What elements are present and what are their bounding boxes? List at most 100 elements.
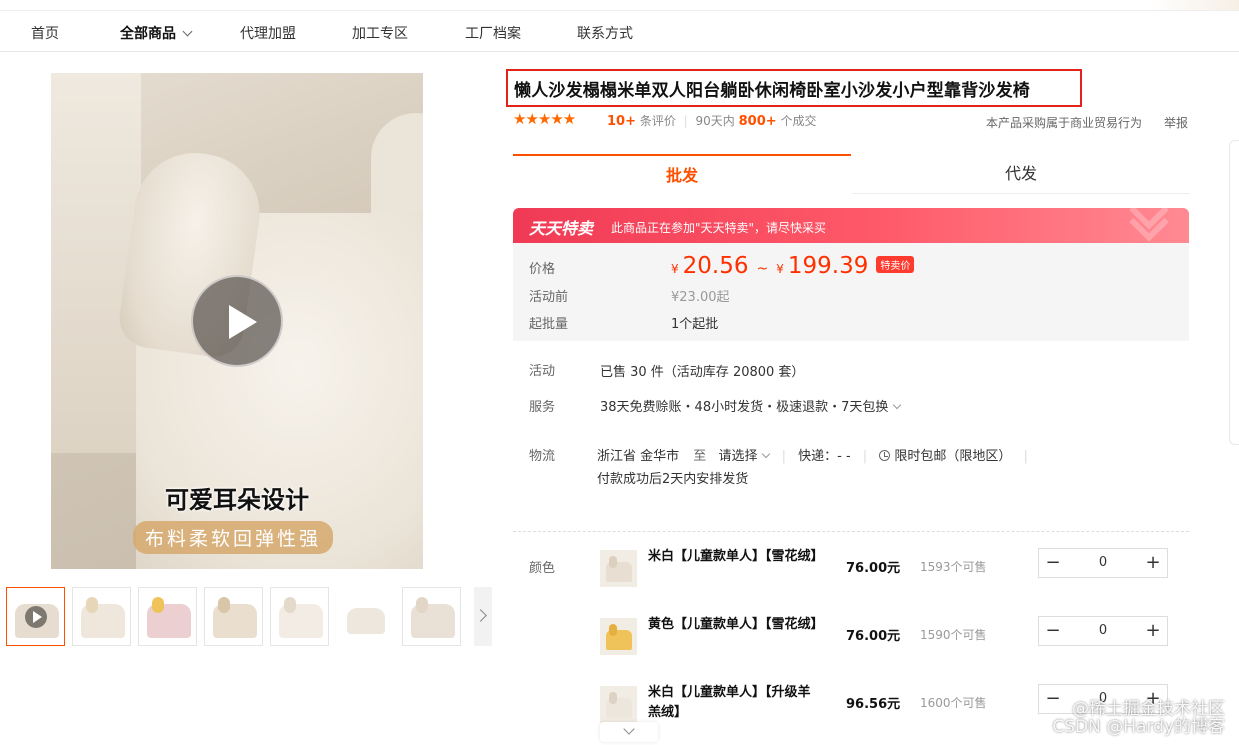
- nav-processing[interactable]: 加工专区: [352, 23, 408, 43]
- quantity-stepper: − 0 +: [1038, 616, 1168, 646]
- thumb-ear: [86, 597, 98, 613]
- divider: |: [683, 114, 688, 128]
- nav-contact[interactable]: 联系方式: [577, 23, 633, 43]
- nav-home[interactable]: 首页: [31, 23, 59, 43]
- thumb-ear: [416, 597, 428, 613]
- thumb-ear: [152, 597, 164, 613]
- sku-name: 米白【儿童款单人】【升级羊羔绒】: [648, 685, 811, 720]
- service-value[interactable]: 38天免费赊账・48小时发货・极速退款・7天包换: [600, 396, 902, 415]
- divider: |: [1023, 449, 1028, 464]
- increment-button[interactable]: +: [1139, 617, 1167, 645]
- nav-all-products[interactable]: 全部商品: [120, 23, 193, 43]
- moq-value: 1个起批: [671, 317, 719, 332]
- quantity-stepper: − 0 +: [1038, 548, 1168, 578]
- tab-wholesale[interactable]: 批发: [513, 154, 851, 194]
- review-label: 条评价: [639, 114, 676, 128]
- chevron-down-icon: [762, 449, 771, 459]
- nav-factory-profile[interactable]: 工厂档案: [465, 23, 521, 43]
- promo-logo: 天天特卖: [529, 219, 594, 238]
- days-label: 90天内: [695, 114, 735, 128]
- decrement-button[interactable]: −: [1039, 549, 1067, 577]
- price-high: 199.39: [787, 253, 869, 279]
- currency-symbol: ¥: [671, 262, 679, 276]
- sku-thumbnail[interactable]: [600, 686, 637, 723]
- tab-dropship[interactable]: 代发: [852, 154, 1190, 194]
- play-icon: [25, 606, 47, 628]
- business-note: 本产品采购属于商业贸易行为: [986, 116, 1143, 130]
- sku-ear: [609, 624, 617, 636]
- play-icon[interactable]: [191, 275, 283, 367]
- sku-ear: [609, 692, 617, 704]
- video-caption-main: 可爱耳朵设计: [165, 485, 309, 514]
- thumbnail[interactable]: [204, 587, 263, 646]
- thumbnail-next-arrow[interactable]: [474, 587, 492, 646]
- nav-all-products-label: 全部商品: [120, 26, 176, 42]
- watermark-line2: CSDN @Hardy的博客: [1052, 717, 1225, 737]
- report-link[interactable]: 举报: [1164, 114, 1188, 131]
- divider: |: [781, 449, 786, 464]
- destination-select[interactable]: 请选择: [718, 449, 771, 464]
- price-tilde: ~: [756, 261, 769, 277]
- price-box: 价格 ¥20.56 ~ ¥199.39 特卖价 活动前 ¥23.00起 起批量 1个起…: [513, 243, 1189, 341]
- expand-more-button[interactable]: [600, 722, 658, 742]
- thumbnail[interactable]: [402, 587, 461, 646]
- logistics-to: 至: [693, 449, 707, 464]
- thumbnail[interactable]: [72, 587, 131, 646]
- review-count[interactable]: 10+: [607, 114, 636, 129]
- rating-stars-icon: ★★★★★: [513, 110, 576, 128]
- chevron-down-icon: [893, 400, 902, 410]
- activity-value: 已售 30 件（活动库存 20800 套）: [600, 365, 805, 380]
- before-price-value: ¥23.00起: [671, 290, 730, 305]
- increment-button[interactable]: +: [1139, 549, 1167, 577]
- logistics-origin: 浙江省 金华市: [597, 449, 680, 464]
- shop-nav: 首页 全部商品 代理加盟 加工专区 工厂档案 联系方式: [0, 10, 1239, 52]
- before-price-label: 活动前: [529, 290, 569, 305]
- chevron-down-icon: [182, 26, 193, 37]
- special-price-badge: 特卖价: [876, 256, 915, 273]
- currency-symbol: ¥: [776, 262, 784, 276]
- shipping-note: 付款成功后2天内安排发货: [597, 472, 749, 487]
- chevrons-decoration-icon: [1125, 210, 1175, 240]
- clock-icon: [879, 450, 891, 461]
- activity-label: 活动: [529, 364, 556, 379]
- sku-stock: 1593个可售: [920, 560, 987, 574]
- main-product-video[interactable]: 可爱耳朵设计 布料柔软回弹性强: [51, 73, 423, 569]
- express-fee: 快递：- -: [798, 449, 851, 464]
- side-toolbar[interactable]: [1229, 140, 1239, 445]
- sales-count: 800+: [738, 114, 777, 129]
- decrement-button[interactable]: −: [1039, 617, 1067, 645]
- thumbnail[interactable]: [270, 587, 329, 646]
- price-low: 20.56: [682, 253, 749, 279]
- sku-thumbnail[interactable]: [600, 618, 637, 655]
- rating-summary: 10+ 条评价 | 90天内 800+ 个成交: [607, 112, 817, 129]
- promo-text: 此商品正在参加"天天特卖"，请尽快采买: [611, 221, 827, 235]
- free-shipping: 限时包邮（限地区）: [894, 449, 1012, 464]
- thumbnail[interactable]: [138, 587, 197, 646]
- thumbnail-video[interactable]: [6, 587, 65, 646]
- sku-stock: 1600个可售: [920, 696, 987, 710]
- thumbnail[interactable]: [336, 587, 395, 646]
- thumb-ear: [218, 597, 230, 613]
- thumb-sofa: [347, 608, 385, 634]
- sku-price: 76.00元: [846, 561, 901, 576]
- watermark-line1: @稀土掘金技术社区: [1072, 699, 1225, 719]
- destination-select-label: 请选择: [718, 449, 758, 464]
- quantity-input[interactable]: 0: [1069, 617, 1137, 645]
- price-range: ¥20.56 ~ ¥199.39 特卖价: [671, 253, 915, 279]
- section-divider: [513, 531, 1189, 532]
- sku-price: 76.00元: [846, 629, 901, 644]
- logistics-label: 物流: [529, 449, 556, 464]
- sku-name: 米白【儿童款单人】【雪花绒】: [648, 549, 824, 564]
- sku-name: 黄色【儿童款单人】【雪花绒】: [648, 617, 824, 632]
- service-label: 服务: [529, 400, 556, 415]
- divider: |: [862, 449, 868, 464]
- sku-thumbnail[interactable]: [600, 550, 637, 587]
- top-right-shade: [1149, 0, 1239, 10]
- service-text: 38天免费赊账・48小时发货・极速退款・7天包换: [600, 400, 889, 415]
- quantity-input[interactable]: 0: [1069, 549, 1137, 577]
- moq-label: 起批量: [529, 317, 569, 332]
- nav-agency[interactable]: 代理加盟: [240, 23, 296, 43]
- sku-price: 96.56元: [846, 697, 901, 712]
- price-label: 价格: [529, 262, 556, 277]
- watermark: @稀土掘金技术社区 CSDN @Hardy的博客: [1052, 700, 1225, 736]
